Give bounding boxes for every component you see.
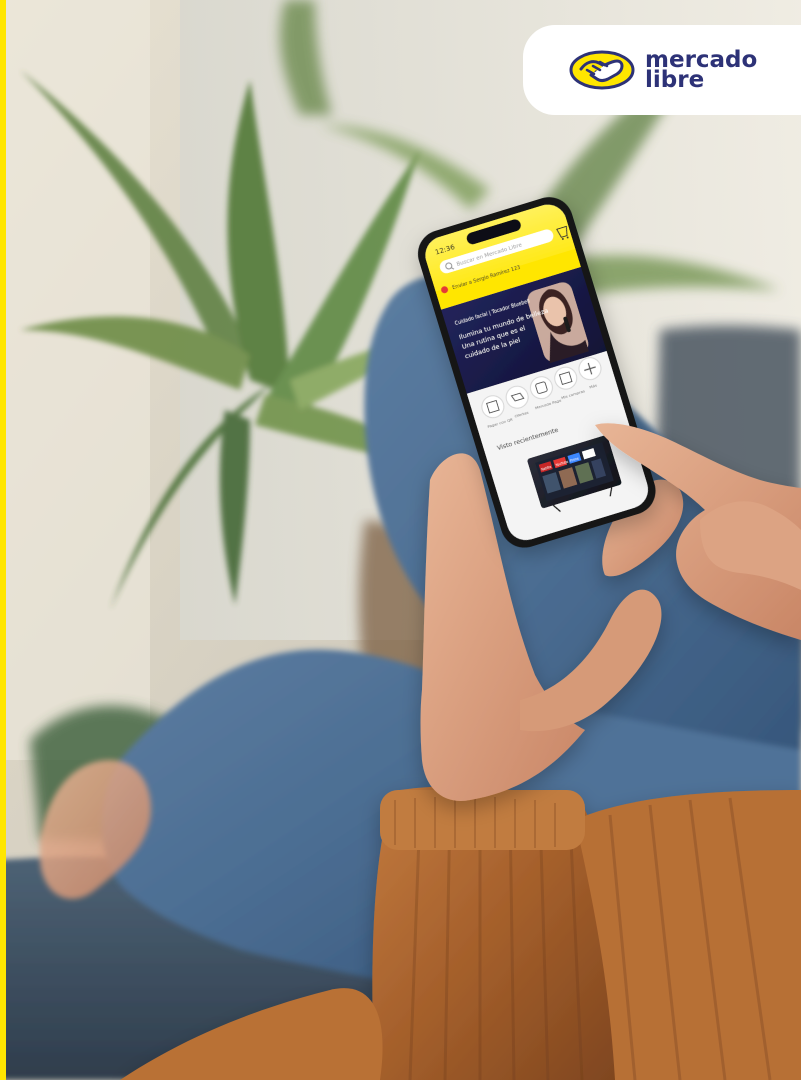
wordmark-line-2: libre	[645, 67, 705, 93]
photo-scene: 12:36 Buscar en Mercado Libre Enviar a S…	[0, 0, 801, 1080]
mercado-libre-wordmark: mercado libre	[645, 49, 757, 93]
mercado-libre-logo-card: mercado libre	[523, 25, 801, 115]
brand-edge	[0, 0, 6, 1080]
handshake-icon	[569, 50, 635, 90]
lifestyle-photo: 12:36 Buscar en Mercado Libre Enviar a S…	[0, 0, 801, 1080]
